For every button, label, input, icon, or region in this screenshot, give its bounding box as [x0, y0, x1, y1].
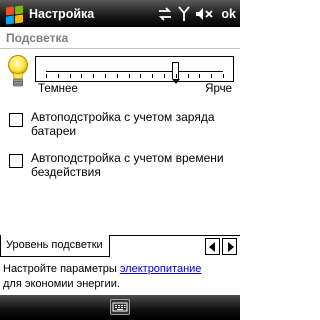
window-title: Настройка	[29, 6, 95, 21]
light-bulb-icon	[8, 55, 28, 87]
connectivity-icon[interactable]	[157, 6, 173, 21]
section-header: Подсветка	[0, 27, 240, 49]
slider-tick	[223, 74, 224, 78]
tab-scroll-left-button[interactable]	[205, 238, 220, 255]
slider-tick	[81, 74, 82, 78]
idle-auto-label: Автоподстройка с учетом времени бездейст…	[31, 151, 224, 179]
slider-tick	[152, 74, 153, 78]
tab-backlight-level[interactable]: Уровень подсветки	[0, 235, 110, 257]
slider-tick	[58, 74, 59, 78]
backlight-slider[interactable]	[35, 56, 234, 84]
slider-tick	[70, 74, 71, 78]
tab-bar: Уровень подсветки	[0, 235, 240, 257]
slider-tick	[46, 74, 47, 78]
slider-tick	[188, 74, 189, 78]
battery-auto-checkbox[interactable]	[9, 113, 23, 127]
hint-prefix: Настройте параметры	[3, 263, 120, 275]
slider-tick	[129, 74, 130, 78]
battery-auto-option[interactable]: Автоподстройка с учетом заряда батареи	[9, 110, 236, 138]
ok-button[interactable]: ok	[221, 7, 236, 21]
slider-min-label: Темнее	[38, 83, 78, 95]
tab-strip-empty	[110, 235, 240, 257]
slider-tick	[164, 74, 165, 78]
slider-tick	[117, 74, 118, 78]
slider-track	[46, 71, 223, 72]
battery-auto-label: Автоподстройка с учетом заряда батареи	[31, 110, 215, 138]
arrow-right-icon	[228, 242, 234, 252]
keyboard-icon	[112, 302, 128, 312]
start-menu-icon[interactable]	[3, 3, 25, 25]
antenna-icon[interactable]	[178, 5, 191, 22]
slider-tick	[105, 74, 106, 78]
slider-max-label: Ярче	[205, 83, 232, 95]
soft-key-bar	[0, 295, 240, 320]
tab-scroll-right-button[interactable]	[222, 238, 237, 255]
arrow-left-icon	[209, 242, 215, 252]
slider-tick	[199, 74, 200, 78]
idle-auto-checkbox[interactable]	[9, 154, 23, 168]
hint-suffix: для экономии энергии.	[3, 278, 120, 290]
idle-auto-option[interactable]: Автоподстройка с учетом времени бездейст…	[9, 151, 236, 179]
keyboard-button[interactable]	[110, 299, 130, 315]
slider-tick	[176, 74, 177, 78]
slider-tick	[140, 74, 141, 78]
speaker-muted-icon[interactable]	[195, 7, 214, 21]
status-icons: ok	[157, 0, 236, 27]
slider-tick	[211, 74, 212, 78]
title-bar: Настройка ok	[0, 0, 240, 27]
power-hint: Настройте параметры электропитание для э…	[3, 262, 239, 292]
power-settings-link[interactable]: электропитание	[120, 263, 202, 275]
slider-tick	[93, 74, 94, 78]
